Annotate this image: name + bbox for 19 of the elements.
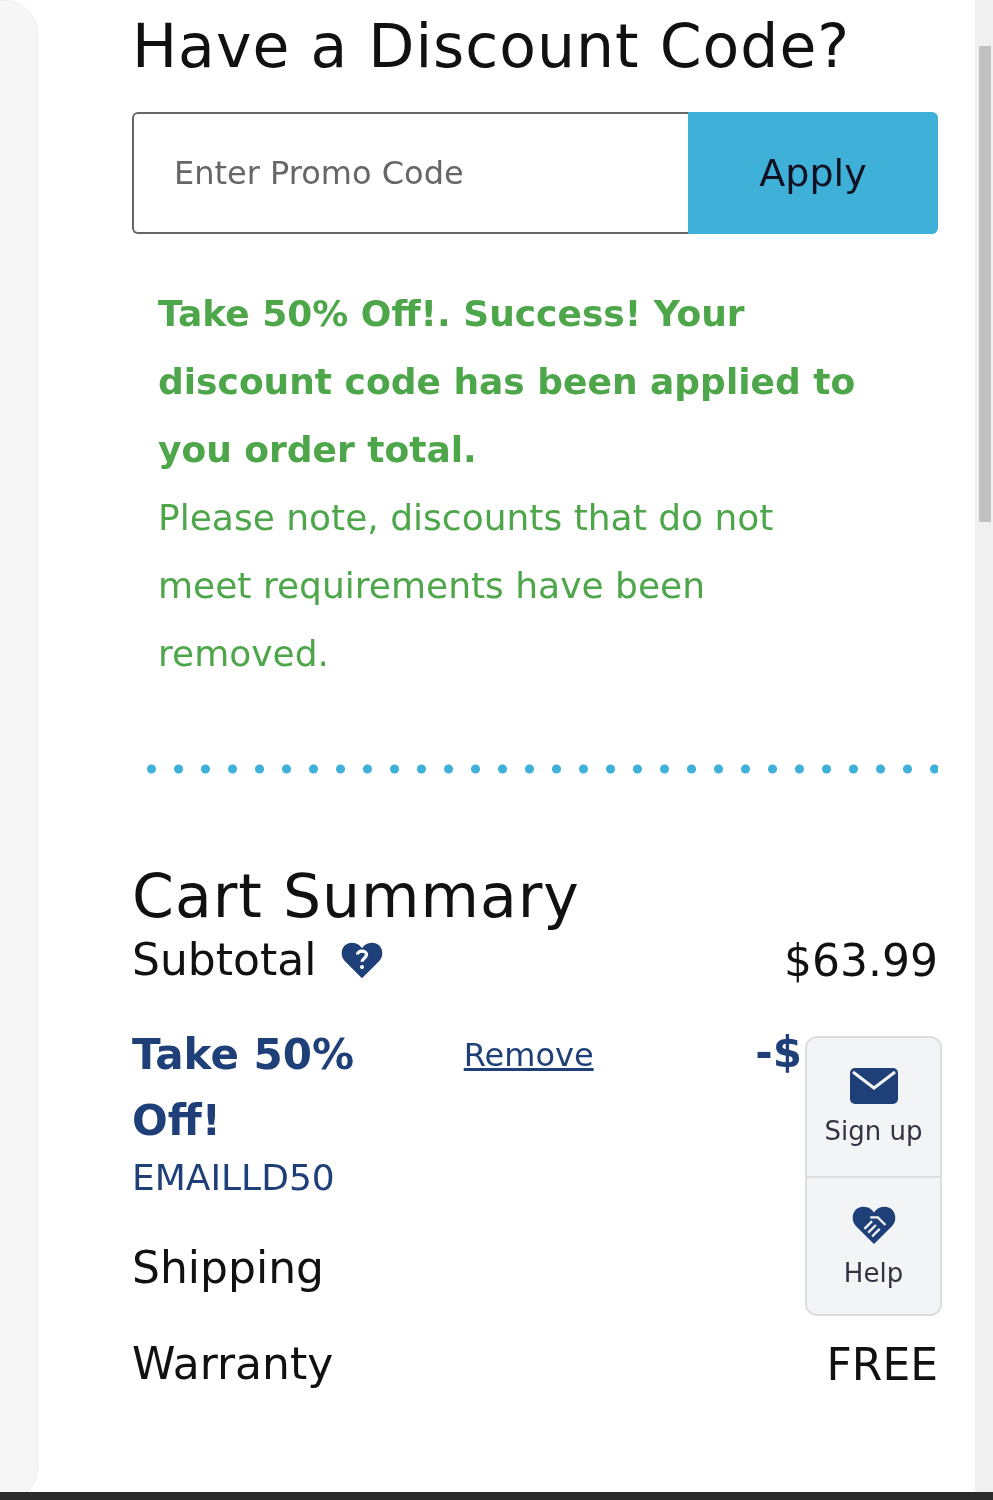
- remove-link[interactable]: Remove: [463, 1036, 594, 1074]
- success-message: Take 50% Off!. Success! Your discount code has been applied to you order total.: [158, 292, 857, 472]
- summary-label: Shipping: [132, 1241, 324, 1295]
- discount-name: Take 50% Off!: [132, 1029, 356, 1147]
- subtotal-value: $63.99: [784, 934, 938, 986]
- promo-code-field[interactable]: Enter Promo Code: [132, 112, 688, 234]
- discount-code: EMAILLD50: [132, 1156, 336, 1200]
- envelope-icon: [849, 1068, 898, 1104]
- summary-value: FREE: [826, 1338, 938, 1390]
- section-title: Have a Discount Code?: [132, 12, 852, 80]
- apply-button[interactable]: Apply: [688, 112, 938, 234]
- section-title: Cart Summary: [132, 862, 581, 930]
- help-heart-icon[interactable]: [340, 940, 385, 980]
- note-text: Please note, discounts that do not meet requirements have been removed.: [158, 496, 775, 676]
- subtotal-label: Subtotal: [132, 933, 317, 987]
- handshake-heart-icon: [850, 1204, 897, 1246]
- discount-value: -$: [755, 1028, 802, 1077]
- help-button[interactable]: Help: [807, 1176, 940, 1314]
- summary-label: Warranty: [132, 1337, 334, 1391]
